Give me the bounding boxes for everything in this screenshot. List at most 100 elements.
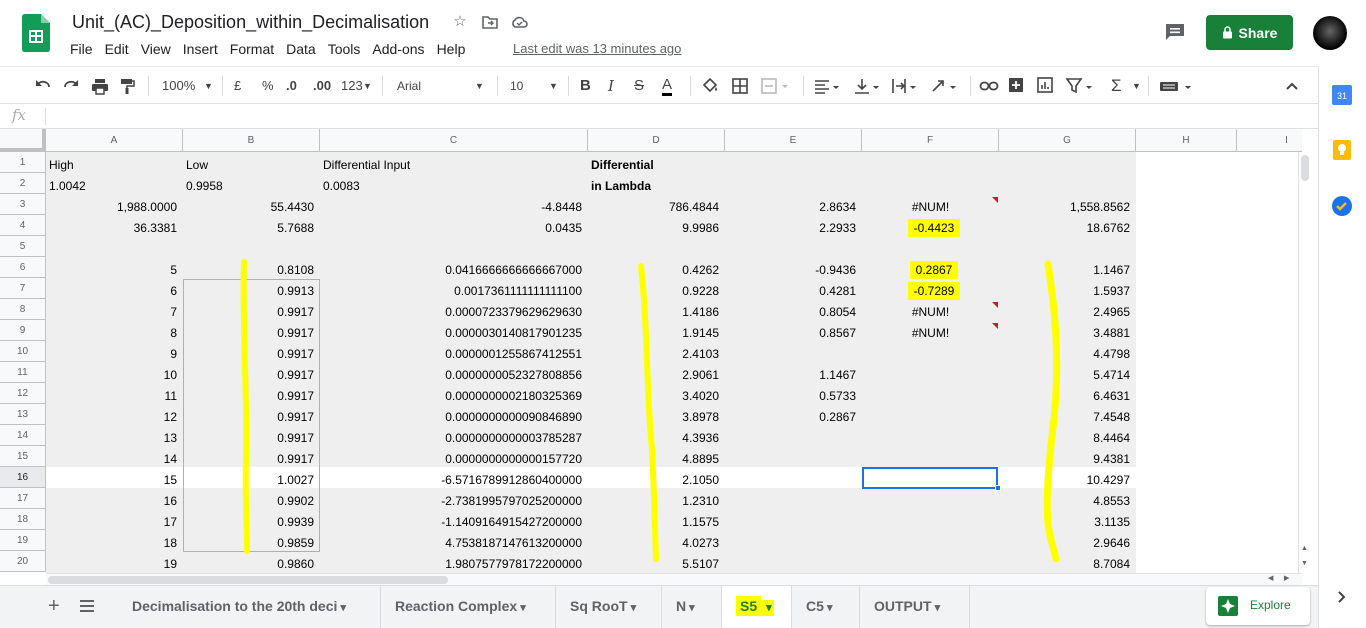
cell-a1[interactable]: High	[46, 155, 183, 176]
cell-b13[interactable]: 0.9917	[183, 407, 317, 428]
cell-g11[interactable]: 5.4714	[999, 365, 1133, 386]
row-header-19[interactable]: 19	[0, 530, 46, 551]
font-family-select[interactable]: Arial	[397, 76, 421, 96]
menu-edit[interactable]: Edit	[99, 40, 135, 60]
cell-g20[interactable]: 8.7084	[999, 554, 1133, 573]
cell-e7[interactable]: 0.4281	[725, 281, 859, 302]
cell-b18[interactable]: 0.9939	[183, 512, 317, 533]
row-header-9[interactable]: 9	[0, 320, 46, 341]
functions-button[interactable]: Σ	[1111, 76, 1122, 96]
cell-d19[interactable]: 4.0273	[588, 533, 722, 554]
cell-a19[interactable]: 18	[46, 533, 180, 554]
cell-a11[interactable]: 10	[46, 365, 180, 386]
add-sheet-icon[interactable]: +	[48, 594, 60, 618]
cell-d11[interactable]: 2.9061	[588, 365, 722, 386]
column-header-d[interactable]: D	[588, 129, 725, 152]
cell-a4[interactable]: 36.3381	[46, 218, 180, 239]
cell-d13[interactable]: 3.8978	[588, 407, 722, 428]
horizontal-scrollbar[interactable]: ◀ ▶	[46, 573, 1302, 585]
cell-f9[interactable]: #NUM!	[862, 323, 999, 344]
row-header-18[interactable]: 18	[0, 509, 46, 530]
filter-icon[interactable]	[1064, 76, 1094, 96]
row-header-13[interactable]: 13	[0, 404, 46, 425]
borders-icon[interactable]	[731, 76, 749, 96]
menu-format[interactable]: Format	[224, 40, 280, 60]
cell-a14[interactable]: 13	[46, 428, 180, 449]
print-icon[interactable]	[91, 76, 109, 96]
row-header-7[interactable]: 7	[0, 278, 46, 299]
cell-f7[interactable]: -0.7289	[862, 281, 999, 302]
cell-c7[interactable]: 0.0017361111111111100	[320, 281, 585, 302]
cell-c19[interactable]: 4.7538187147613200000	[320, 533, 585, 554]
cell-a16[interactable]: 15	[46, 470, 180, 491]
sheet-tab-1[interactable]: Decimalisation to the 20th deci ▾	[118, 586, 381, 628]
cell-f8[interactable]: #NUM!	[862, 302, 999, 323]
input-tools-icon[interactable]	[1158, 76, 1194, 96]
cell-g4[interactable]: 18.6762	[999, 218, 1133, 239]
merge-cells-icon[interactable]	[760, 76, 790, 96]
cell-a2[interactable]: 1.0042	[46, 176, 183, 197]
cell-g10[interactable]: 4.4798	[999, 344, 1133, 365]
comments-icon[interactable]	[1164, 22, 1186, 42]
cell-a18[interactable]: 17	[46, 512, 180, 533]
cell-c11[interactable]: 0.0000000052327808856	[320, 365, 585, 386]
row-header-3[interactable]: 3	[0, 194, 46, 215]
column-header-g[interactable]: G	[999, 129, 1136, 152]
chevron-down-icon[interactable]: ▼	[1132, 76, 1141, 96]
cell-d18[interactable]: 1.1575	[588, 512, 722, 533]
font-size-select[interactable]: 10	[510, 76, 523, 96]
cell-g19[interactable]: 2.9646	[999, 533, 1133, 554]
row-header-5[interactable]: 5	[0, 236, 46, 257]
undo-icon[interactable]	[34, 76, 52, 96]
sheet-tab-4[interactable]: N ▾	[662, 586, 722, 628]
chevron-down-icon[interactable]: ▼	[363, 76, 372, 96]
chevron-down-icon[interactable]: ▾	[628, 602, 637, 614]
spreadsheet-grid[interactable]: A B C D E F G H I 1 2 3 4 5 6 7 8 9 10 1…	[0, 129, 1302, 573]
cell-c6[interactable]: 0.0416666666666667000	[320, 260, 585, 281]
column-header-i[interactable]: I	[1237, 129, 1302, 152]
cell-e13[interactable]: 0.2867	[725, 407, 859, 428]
cell-g7[interactable]: 1.5937	[999, 281, 1133, 302]
strikethrough-button[interactable]: S	[634, 76, 644, 96]
cell-a6[interactable]: 5	[46, 260, 180, 281]
cell-d2[interactable]: in Lambda	[588, 176, 725, 197]
cell-a7[interactable]: 6	[46, 281, 180, 302]
calendar-icon[interactable]: 31	[1332, 85, 1352, 105]
cell-g13[interactable]: 7.4548	[999, 407, 1133, 428]
vertical-scrollbar[interactable]: ▲ ▼	[1298, 152, 1310, 574]
cell-e11[interactable]: 1.1467	[725, 365, 859, 386]
cell-f3[interactable]: #NUM!	[862, 197, 999, 218]
row-header-17[interactable]: 17	[0, 488, 46, 509]
percent-button[interactable]: %	[262, 76, 274, 96]
cell-b11[interactable]: 0.9917	[183, 365, 317, 386]
chevron-down-icon[interactable]: ▾	[761, 600, 774, 616]
document-title[interactable]: Unit_(AC)_Deposition_within_Decimalisati…	[72, 12, 429, 33]
cell-d6[interactable]: 0.4262	[588, 260, 722, 281]
share-button[interactable]: Share	[1206, 15, 1293, 50]
cell-b10[interactable]: 0.9917	[183, 344, 317, 365]
column-header-f[interactable]: F	[862, 129, 999, 152]
cell-g15[interactable]: 9.4381	[999, 449, 1133, 470]
column-header-b[interactable]: B	[183, 129, 320, 152]
cell-g6[interactable]: 1.1467	[999, 260, 1133, 281]
insert-link-icon[interactable]	[979, 76, 999, 96]
cell-a12[interactable]: 11	[46, 386, 180, 407]
cloud-status-icon[interactable]	[510, 13, 528, 31]
cell-c10[interactable]: 0.0000001255867412551	[320, 344, 585, 365]
cell-e4[interactable]: 2.2933	[725, 218, 859, 239]
cell-g8[interactable]: 2.4965	[999, 302, 1133, 323]
cell-c18[interactable]: -1.1409164915427200000	[320, 512, 585, 533]
cell-d8[interactable]: 1.4186	[588, 302, 722, 323]
sheet-tab-7[interactable]: OUTPUT ▾	[860, 586, 970, 628]
cell-c2[interactable]: 0.0083	[320, 176, 588, 197]
cell-b1[interactable]: Low	[183, 155, 320, 176]
chevron-down-icon[interactable]: ▾	[337, 602, 346, 614]
cell-d12[interactable]: 3.4020	[588, 386, 722, 407]
cell-b16[interactable]: 1.0027	[183, 470, 317, 491]
row-header-14[interactable]: 14	[0, 425, 46, 446]
redo-icon[interactable]	[62, 76, 80, 96]
cell-a3[interactable]: 1,988.0000	[46, 197, 180, 218]
cell-d9[interactable]: 1.9145	[588, 323, 722, 344]
cell-g12[interactable]: 6.4631	[999, 386, 1133, 407]
sheet-tab-5[interactable]: S5 ▾	[722, 586, 792, 628]
